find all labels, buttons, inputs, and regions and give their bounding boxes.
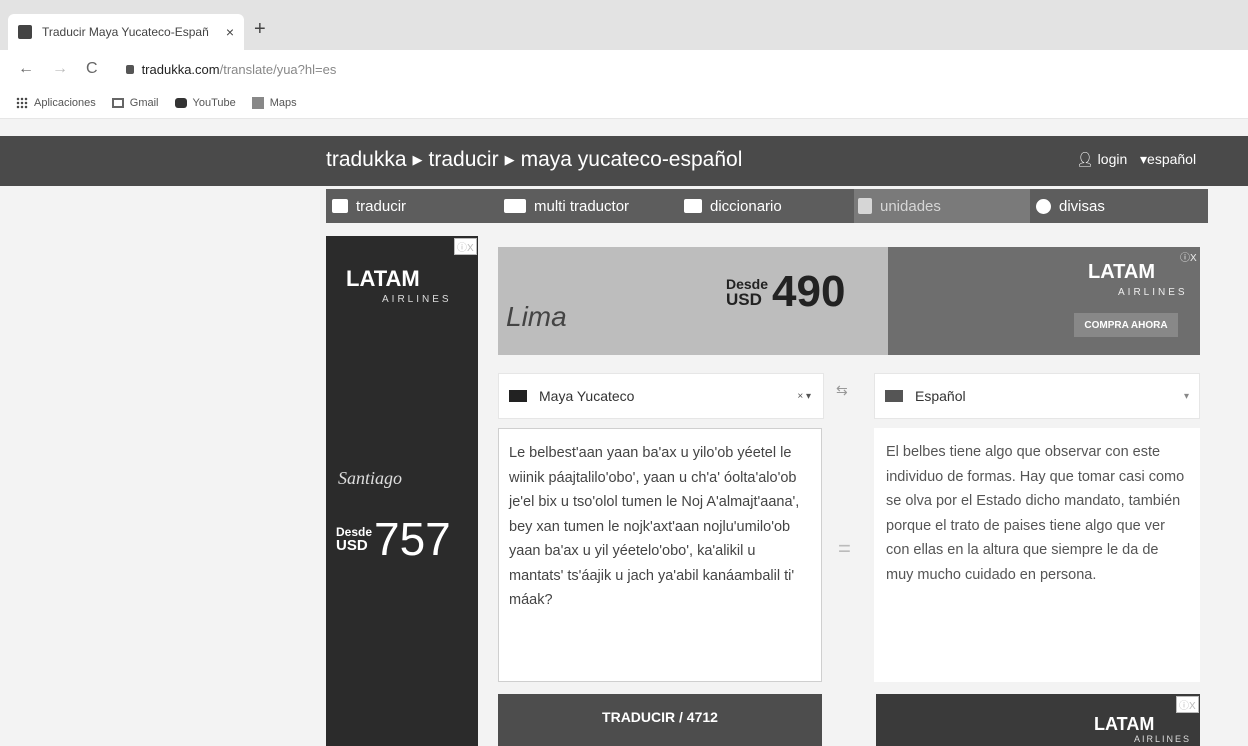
nav-multi-traductor[interactable]: multi traductor [504, 189, 629, 223]
ad-left-banner[interactable]: ⓘX LATAM AIRLINES Santiago Desde USD 757 [326, 236, 478, 746]
address-row: ← → C tradukka.com/translate/yua?hl=es [0, 50, 1248, 88]
site-favicon-icon [18, 25, 32, 39]
maps-icon [251, 97, 264, 109]
ad-city: Lima [506, 301, 567, 332]
chat-icon [332, 199, 348, 213]
lock-icon [125, 64, 134, 74]
ad-brand: LATAM [1088, 261, 1156, 283]
nav-diccionario[interactable]: diccionario [684, 189, 782, 223]
swap-languages-icon[interactable]: ⇆ [836, 382, 848, 399]
browser-tab[interactable]: Traducir Maya Yucateco-Españ × [8, 14, 244, 50]
ad-price: 757 [374, 513, 451, 565]
bookmarks-bar: Aplicaciones Gmail YouTube Maps [0, 88, 1248, 119]
ad-cta-button[interactable]: COMPRA AHORA [1074, 313, 1178, 337]
address-bar[interactable]: tradukka.com/translate/yua?hl=es [125, 61, 337, 77]
apps-grid-icon [16, 97, 28, 109]
nav-traducir[interactable]: traducir [332, 189, 406, 223]
bookmark-youtube[interactable]: YouTube [174, 97, 236, 109]
multi-chat-icon [504, 199, 526, 213]
breadcrumb-traducir[interactable]: traducir [429, 148, 499, 171]
bookmark-label: Maps [269, 97, 297, 109]
target-language-label: Español [915, 388, 966, 404]
login-link[interactable]: 👤︎ login [1076, 151, 1127, 168]
login-label: login [1097, 151, 1128, 167]
url-path: /translate/yua?hl=es [219, 61, 337, 77]
ad-price-prefix: Desde USD [336, 525, 373, 554]
nav-label: unidades [880, 197, 941, 215]
bookmark-label: Gmail [129, 97, 159, 109]
ad-brand: LATAM [1094, 714, 1155, 734]
back-arrow-icon[interactable]: ← [18, 60, 34, 78]
nav-label: diccionario [710, 197, 782, 215]
ad-city: Santiago [338, 468, 403, 488]
ad-price-prefix: Desde USD [726, 276, 769, 309]
book-icon [684, 199, 702, 213]
breadcrumb-home[interactable]: tradukka [326, 148, 407, 171]
source-text-input[interactable]: Le belbest'aan yaan ba'ax u yilo'ob yéet… [498, 428, 822, 682]
breadcrumb-arrow-icon: ▶ [504, 152, 515, 167]
bars-icon [858, 198, 872, 214]
ad-brand-sub: AIRLINES [1134, 734, 1192, 744]
user-icon: 👤︎ [1076, 151, 1094, 167]
bookmark-label: YouTube [192, 97, 236, 109]
source-language-label: Maya Yucateco [539, 388, 635, 404]
new-tab-button[interactable]: + [254, 18, 266, 41]
ad-brand-sub: AIRLINES [1118, 287, 1188, 298]
clear-dropdown-icon[interactable]: × ▾ [797, 391, 811, 402]
language-label: español [1147, 151, 1197, 167]
gmail-icon [111, 98, 124, 108]
language-selector[interactable]: ▾español [1140, 151, 1196, 168]
ad-brand-sub: AIRLINES [382, 294, 452, 305]
nav-label: divisas [1059, 197, 1105, 215]
url-host: tradukka.com [141, 61, 220, 77]
adchoices-icon[interactable]: ⓘX [1176, 696, 1199, 713]
nav-divisas[interactable]: divisas [1036, 189, 1105, 223]
nav-unidades[interactable]: unidades [854, 189, 1030, 223]
source-language-select[interactable]: Maya Yucateco × ▾ [498, 373, 824, 419]
reload-icon[interactable]: C [86, 60, 98, 78]
target-language-select[interactable]: Español ▾ [874, 373, 1200, 419]
adchoices-icon[interactable]: ⓘX [1178, 249, 1199, 264]
bookmark-aplicaciones[interactable]: Aplicaciones [16, 97, 96, 109]
caret-down-icon[interactable]: ▾ [1184, 391, 1189, 402]
youtube-icon [174, 98, 187, 108]
breadcrumb-arrow-icon: ▶ [412, 152, 423, 167]
nav-label: traducir [356, 197, 407, 215]
ad-bottom-banner[interactable]: ⓘX LATAM AIRLINES [876, 694, 1200, 746]
tab-close-icon[interactable]: × [226, 24, 234, 40]
ad-price: 490 [772, 267, 846, 316]
coin-icon [1036, 198, 1051, 214]
equals-sign: = [838, 536, 851, 561]
ad-brand: LATAM [346, 266, 420, 291]
breadcrumb-current: maya yucateco-español [520, 148, 743, 171]
bookmark-gmail[interactable]: Gmail [111, 97, 159, 109]
breadcrumb: tradukka ▶ traducir ▶ maya yucateco-español [326, 148, 742, 172]
forward-arrow-icon[interactable]: → [52, 60, 68, 78]
spain-flag-icon [885, 390, 903, 402]
bookmark-label: Aplicaciones [34, 97, 96, 109]
ad-top-banner[interactable]: Lima Desde USD 490 LATAM AIRLINES COMPRA … [498, 247, 1200, 355]
bookmark-maps[interactable]: Maps [251, 97, 297, 109]
adchoices-icon[interactable]: ⓘX [454, 238, 477, 255]
translate-button[interactable]: TRADUCIR / 4712 [498, 694, 822, 746]
maya-flag-icon [509, 390, 527, 402]
tab-title: Traducir Maya Yucateco-Españ [42, 25, 209, 39]
nav-label: multi traductor [534, 197, 630, 215]
translation-output: El belbes tiene algo que observar con es… [874, 428, 1200, 682]
caret-down-icon: ▾ [1140, 151, 1148, 167]
